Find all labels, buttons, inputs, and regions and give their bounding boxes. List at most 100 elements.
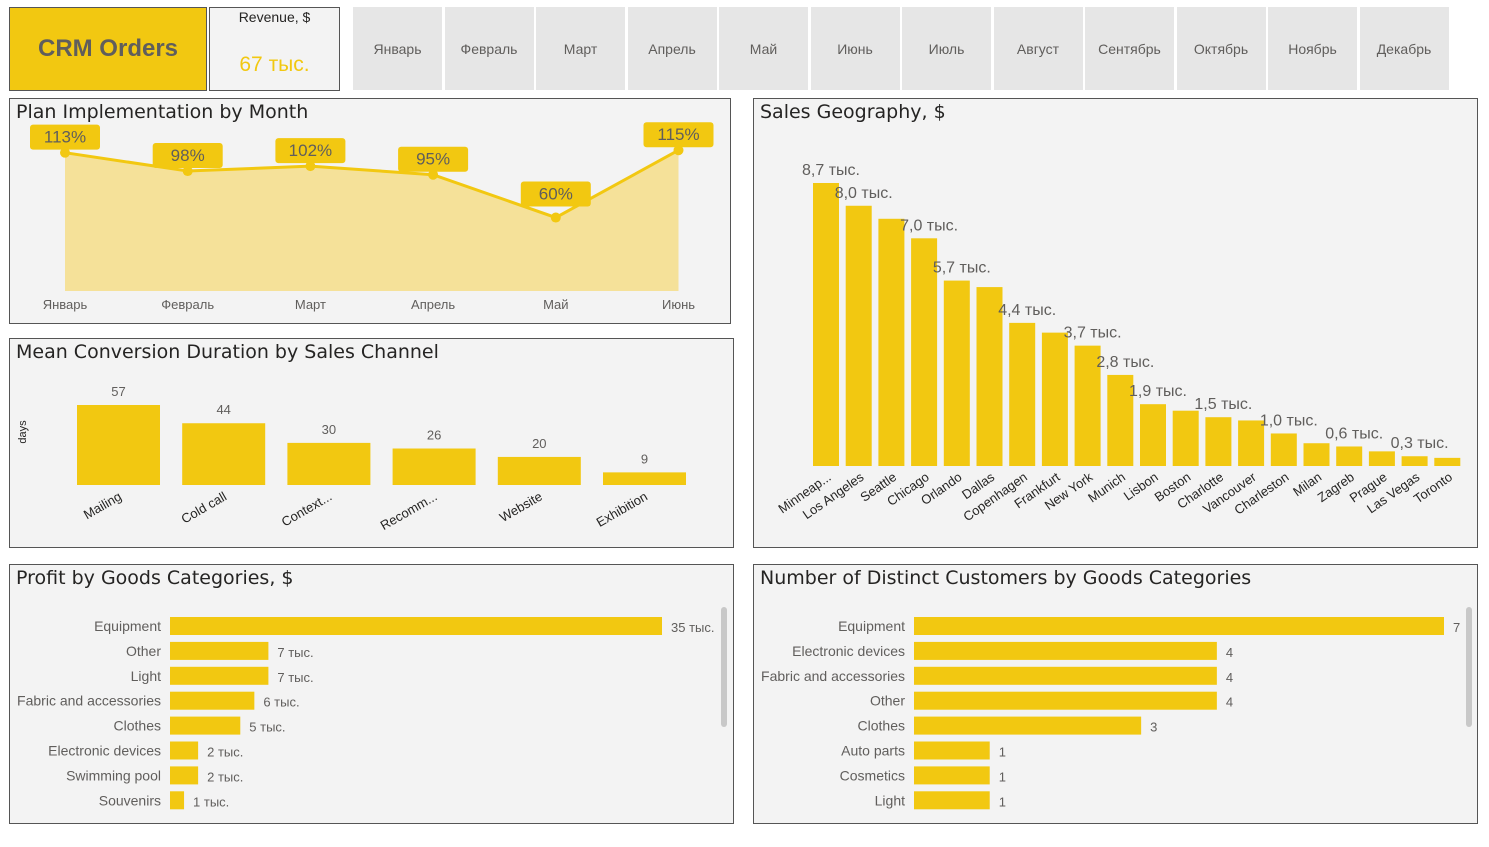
profit-y-tick: Swimming pool (66, 767, 161, 783)
plan-data-label: 98% (171, 146, 205, 165)
revenue-label: Revenue, $ (238, 9, 311, 25)
customers-y-tick: Electronic devices (792, 643, 905, 659)
profit-bar (170, 641, 269, 660)
customers-data-label: 7 (1453, 620, 1460, 635)
geo-bar (943, 280, 970, 466)
month-tile-9[interactable]: Сентябрь (1085, 7, 1174, 90)
customers-y-tick: Light (875, 792, 905, 808)
app-title-tile: CRM Orders (9, 7, 207, 91)
plan-data-label: 95% (416, 150, 450, 169)
channel-panel: Mean Conversion Duration by Sales Channe… (9, 338, 734, 548)
customers-bar (914, 617, 1444, 635)
channel-data-label: 26 (427, 428, 441, 443)
plan-x-tick: Март (295, 297, 326, 312)
geo-bar (1205, 417, 1232, 466)
plan-data-label: 60% (539, 185, 573, 204)
channel-data-label: 44 (216, 402, 230, 417)
geo-data-label: 0,3 тыс. (1391, 435, 1449, 452)
profit-data-label: 5 тыс. (249, 720, 285, 735)
customers-data-label: 4 (1226, 645, 1233, 660)
month-tile-1[interactable]: Январь (353, 7, 442, 90)
customers-data-label: 4 (1226, 695, 1233, 710)
geo-bar (1336, 446, 1363, 466)
channel-x-tick: Context... (279, 489, 335, 530)
month-tile-2[interactable]: Февраль (444, 7, 534, 90)
channel-data-label: 9 (641, 451, 648, 466)
month-tile-12[interactable]: Декабрь (1359, 7, 1449, 90)
customers-bar (914, 641, 1217, 660)
channel-x-tick: Cold call (179, 489, 230, 527)
customers-bar (914, 741, 990, 760)
channel-x-tick: Website (497, 489, 545, 525)
geo-data-label: 7,0 тыс. (900, 217, 958, 234)
channel-bar (182, 423, 266, 485)
plan-x-tick: Май (543, 297, 568, 312)
geo-bar (813, 183, 839, 466)
profit-y-tick: Light (131, 668, 161, 684)
profit-scrollbar[interactable] (721, 607, 727, 727)
channel-bar (392, 448, 476, 485)
customers-bar (914, 666, 1217, 685)
month-tile-5[interactable]: Май (719, 7, 808, 90)
customers-y-tick: Cosmetics (840, 767, 905, 783)
plan-x-tick: Февраль (161, 297, 214, 312)
geo-data-label: 1,9 тыс. (1129, 383, 1187, 400)
month-tile-11[interactable]: Ноябрь (1268, 7, 1357, 90)
profit-y-tick: Equipment (94, 618, 161, 634)
month-tile-3[interactable]: Март (536, 7, 625, 90)
customers-y-tick: Fabric and accessories (761, 668, 905, 684)
customers-data-label: 1 (999, 769, 1006, 784)
plan-x-tick: Январь (43, 297, 88, 312)
channel-bar (497, 456, 581, 485)
customers-bar (914, 716, 1142, 735)
profit-panel: Profit by Goods Categories, $ Equipment 3… (9, 564, 734, 824)
customers-panel: Number of Distinct Customers by Goods Ca… (753, 564, 1478, 824)
plan-x-tick: Июнь (662, 297, 695, 312)
geo-data-label: 8,0 тыс. (835, 185, 893, 202)
profit-bar (170, 741, 199, 760)
plan-data-label: 113% (44, 128, 86, 147)
profit-data-label: 2 тыс. (207, 769, 243, 784)
geo-bar (1009, 322, 1036, 466)
month-tile-7[interactable]: Июль (902, 7, 991, 90)
plan-data-label: 102% (289, 141, 332, 160)
plan-panel: Plan Implementation by Month 113% Январь 9… (9, 98, 731, 324)
profit-data-label: 2 тыс. (207, 745, 243, 760)
month-tile-10[interactable]: Октябрь (1176, 7, 1266, 90)
profit-y-tick: Souvenirs (99, 792, 161, 808)
geo-chart: 8,7 тыс.Minneap...8,0 тыс.Los AngelesSea… (775, 162, 1461, 524)
customers-y-tick: Auto parts (841, 743, 905, 759)
geo-data-label: 4,4 тыс. (998, 302, 1056, 319)
channel-x-tick: Exhibition (594, 489, 650, 530)
revenue-value: 67 тыс. (239, 53, 310, 76)
geo-bar (1140, 404, 1166, 466)
profit-bar (170, 691, 255, 710)
geo-panel: Sales Geography, $ 8,7 тыс. Minneap... 8,0… (753, 98, 1478, 548)
app-title: CRM Orders (37, 35, 179, 62)
profit-data-label: 7 тыс. (277, 645, 313, 660)
channel-chart: days 57 Mailing 44 Cold call 30 Context... 26 Re… (17, 384, 686, 533)
profit-y-tick: Other (126, 643, 161, 659)
month-tile-8[interactable]: Август (993, 7, 1083, 90)
customers-data-label: 1 (999, 745, 1006, 760)
customers-scrollbar[interactable] (1466, 607, 1472, 727)
profit-data-label: 1 тыс. (193, 794, 229, 809)
profit-data-label: 7 тыс. (277, 670, 313, 685)
geo-data-label: 3,7 тыс. (1064, 325, 1122, 342)
profit-y-tick: Electronic devices (48, 743, 161, 759)
geo-x-tick: Munich (1085, 469, 1128, 505)
geo-data-label: 5,7 тыс. (933, 260, 991, 277)
month-tile-6[interactable]: Июнь (810, 7, 900, 90)
month-tile-4[interactable]: Апрель (627, 7, 717, 90)
customers-data-label: 3 (1150, 720, 1157, 735)
customers-y-tick: Other (870, 693, 905, 709)
profit-bar (170, 791, 185, 810)
customers-data-label: 4 (1226, 670, 1233, 685)
customers-bar (914, 791, 990, 810)
customers-bar (914, 766, 990, 785)
customers-data-label: 1 (999, 794, 1006, 809)
geo-bar (1172, 410, 1199, 466)
plan-data-label: 115% (657, 125, 699, 144)
geo-bar (1434, 457, 1461, 466)
channel-x-tick: Recomm... (378, 489, 440, 533)
